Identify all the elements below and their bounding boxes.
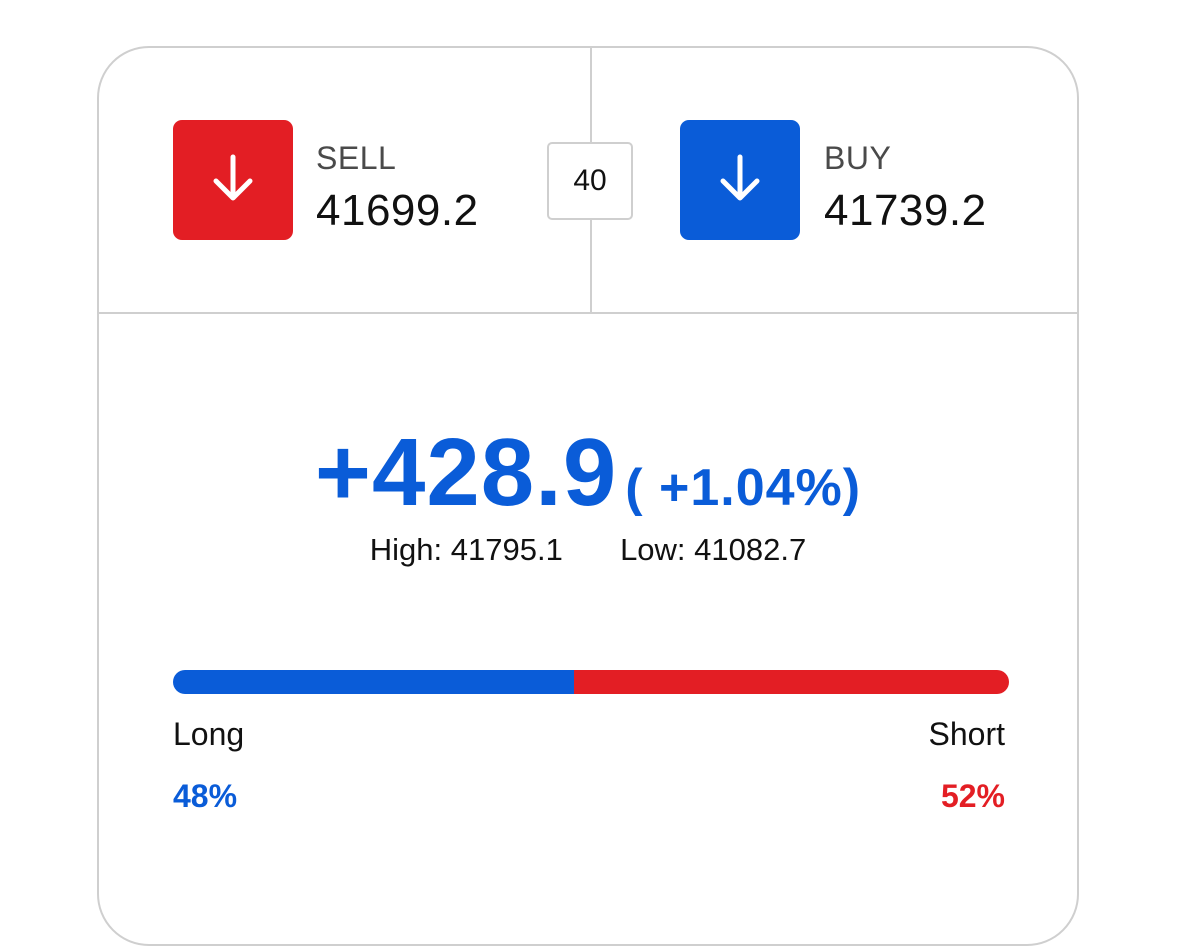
spread-badge: 40 xyxy=(547,142,633,220)
low-value: 41082.7 xyxy=(694,532,807,567)
sell-button[interactable] xyxy=(173,120,293,240)
buy-button[interactable] xyxy=(680,120,800,240)
long-percent: 48% xyxy=(173,778,238,814)
sentiment-bar xyxy=(173,670,1009,694)
change-absolute: +428.9 xyxy=(314,419,618,526)
daily-range: High: 41795.1 Low: 41082.7 xyxy=(99,532,1077,568)
long-bar xyxy=(173,670,575,694)
change-percent: ( +1.04%) xyxy=(625,459,862,517)
instrument-card: SELL 41699.2 40 BUY 41739.2 +428.9( +1.0… xyxy=(97,46,1079,946)
buy-label: BUY xyxy=(824,140,892,176)
short-percent: 52% xyxy=(940,778,1005,814)
price-change: +428.9( +1.04%) xyxy=(99,418,1077,528)
arrow-down-icon xyxy=(713,151,767,210)
arrow-down-icon xyxy=(206,151,260,210)
low-label: Low: xyxy=(620,532,686,567)
sell-label: SELL xyxy=(316,140,397,176)
high-value: 41795.1 xyxy=(450,532,563,567)
high-label: High: xyxy=(369,532,443,567)
long-label: Long xyxy=(173,716,245,752)
buy-price: 41739.2 xyxy=(824,186,987,235)
short-bar xyxy=(574,670,1009,694)
quote-row: SELL 41699.2 40 BUY 41739.2 xyxy=(99,48,1077,314)
short-label: Short xyxy=(928,716,1005,752)
sell-price: 41699.2 xyxy=(316,186,479,235)
